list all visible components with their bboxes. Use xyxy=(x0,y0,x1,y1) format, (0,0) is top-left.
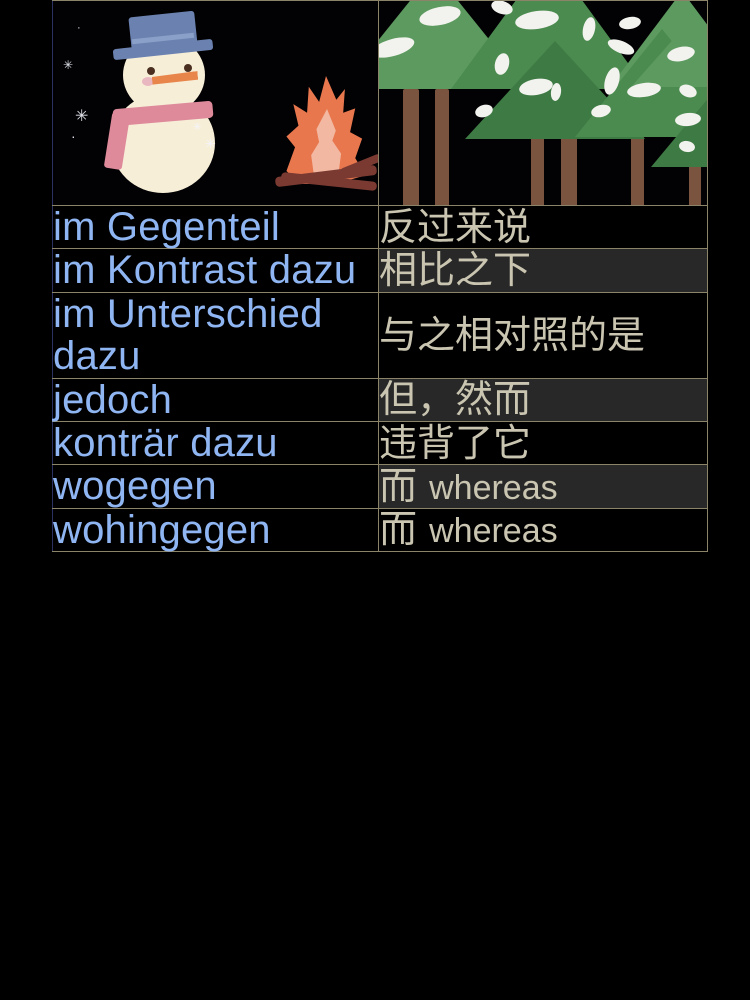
media-row: ✳ ✳ · ✳ ✳ · xyxy=(52,0,708,206)
chinese-translation-cell: 违背了它 xyxy=(378,420,708,466)
snowman-eye-left-icon xyxy=(147,67,155,75)
chinese-translation-text: 与之相对照的是 xyxy=(379,312,646,357)
chinese-translation: 但，然而 xyxy=(379,379,707,420)
tree-trunk-icon xyxy=(403,89,419,205)
snowflake-icon: · xyxy=(77,22,81,34)
chinese-translation-cell: 相比之下 xyxy=(378,248,708,293)
chinese-translation-cell: 反过来说 xyxy=(378,204,708,250)
tree-trunk-icon xyxy=(435,89,449,205)
snowy-pine-forest-illustration xyxy=(379,1,707,205)
snowman-eye-right-icon xyxy=(184,64,192,72)
german-term-cell: konträr dazu xyxy=(52,420,379,466)
chinese-translation: 而 whereas xyxy=(379,464,707,509)
snowflake-icon: · xyxy=(71,128,76,144)
english-gloss-text: whereas xyxy=(429,512,558,551)
snowflake-icon: ✳ xyxy=(193,122,202,133)
german-term: im Unterschied dazu xyxy=(53,291,323,379)
german-term-cell: im Kontrast dazu xyxy=(52,248,379,293)
german-term: im Kontrast dazu xyxy=(53,248,357,293)
german-term: wohingegen xyxy=(53,507,271,552)
chinese-translation: 相比之下 xyxy=(379,250,707,291)
chinese-translation-text: 违背了它 xyxy=(379,420,532,465)
chinese-translation: 反过来说 xyxy=(379,204,707,249)
tree-trunk-icon xyxy=(631,131,644,205)
chinese-translation: 与之相对照的是 xyxy=(379,312,707,357)
german-term: im Gegenteil xyxy=(53,205,280,249)
snowman-and-campfire-illustration: ✳ ✳ · ✳ ✳ · xyxy=(53,1,378,205)
page-root: ✳ ✳ · ✳ ✳ · im Gegenteil 反过来说 im Kontras… xyxy=(0,0,750,1000)
german-term-cell: wogegen xyxy=(52,464,379,509)
snowflake-icon: ✳ xyxy=(205,136,216,151)
tree-trunk-icon xyxy=(561,133,577,205)
chinese-translation-text: 而 xyxy=(379,464,418,509)
german-term-cell: jedoch xyxy=(52,377,379,422)
vocabulary-table: ✳ ✳ · ✳ ✳ · im Gegenteil 反过来说 im Kontras… xyxy=(52,0,708,553)
table-row: im Unterschied dazu 与之相对照的是 xyxy=(52,291,708,379)
snowman-campfire-cell: ✳ ✳ · ✳ ✳ · xyxy=(52,0,379,206)
chinese-translation-text: 相比之下 xyxy=(379,248,532,293)
snowflake-icon: ✳ xyxy=(75,108,89,125)
chinese-translation-cell: 但，然而 xyxy=(378,377,708,422)
chinese-translation-text: 而 xyxy=(379,507,418,552)
snow-patch-icon xyxy=(618,15,642,31)
snowy-forest-cell xyxy=(378,0,708,206)
english-gloss-text: whereas xyxy=(429,469,558,508)
chinese-translation: 违背了它 xyxy=(379,420,707,465)
tree-trunk-icon xyxy=(531,136,544,205)
table-row: wogegen 而 whereas xyxy=(52,464,708,509)
german-term: wogegen xyxy=(53,464,217,509)
chinese-translation-cell: 而 whereas xyxy=(378,507,708,553)
chinese-translation: 而 whereas xyxy=(379,509,707,550)
german-term-cell: wohingegen xyxy=(52,507,379,553)
german-term-cell: im Gegenteil xyxy=(52,204,379,250)
chinese-translation-text: 但，然而 xyxy=(379,377,532,422)
chinese-translation-text: 反过来说 xyxy=(379,204,532,249)
german-term: konträr dazu xyxy=(53,420,278,465)
table-row: wohingegen 而 whereas xyxy=(52,507,708,553)
table-row: jedoch 但，然而 xyxy=(52,377,708,422)
table-row: im Kontrast dazu 相比之下 xyxy=(52,248,708,293)
german-term: jedoch xyxy=(53,377,173,422)
german-term-cell: im Unterschied dazu xyxy=(52,291,379,379)
chinese-translation-cell: 而 whereas xyxy=(378,464,708,509)
table-body: ✳ ✳ · ✳ ✳ · im Gegenteil 反过来说 im Kontras… xyxy=(52,0,708,553)
chinese-translation-cell: 与之相对照的是 xyxy=(378,291,708,379)
table-row: im Gegenteil 反过来说 xyxy=(52,204,708,250)
snowflake-icon: ✳ xyxy=(63,58,74,72)
table-row: konträr dazu 违背了它 xyxy=(52,420,708,466)
